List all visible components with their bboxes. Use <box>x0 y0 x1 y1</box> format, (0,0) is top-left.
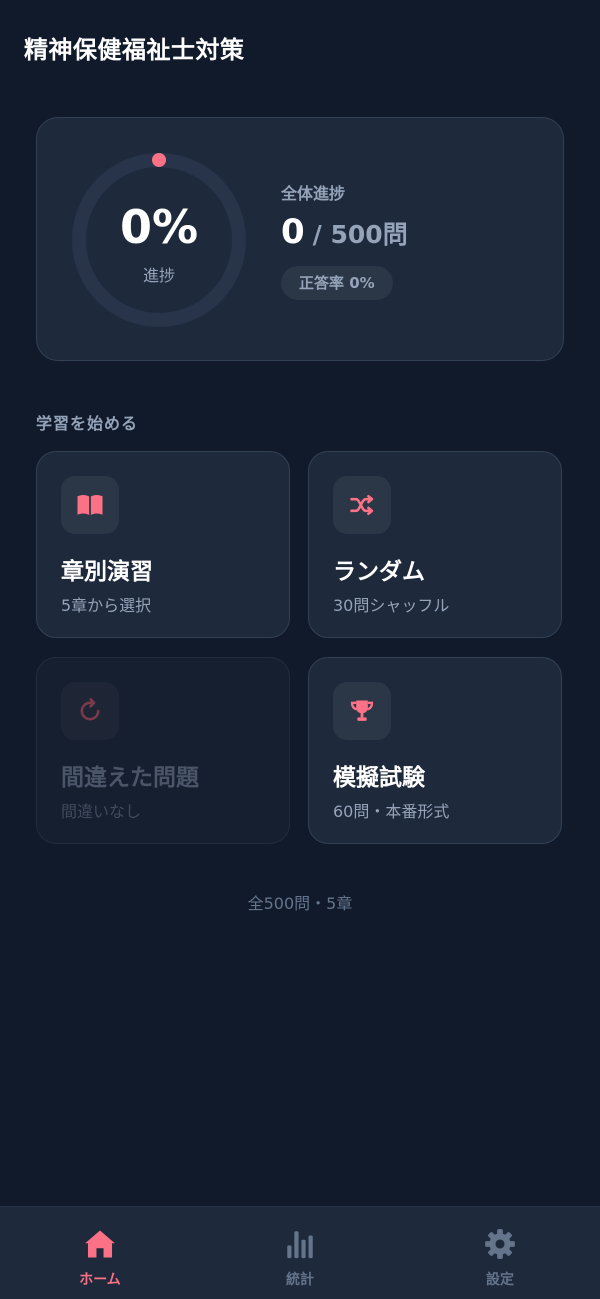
answered-count: 0 <box>281 212 305 252</box>
accuracy-badge: 正答率 0% <box>281 266 393 300</box>
wrong-answers-subtitle: 間違いなし <box>61 802 142 821</box>
mock-exam-subtitle: 60問・本番形式 <box>333 802 450 821</box>
section-title: 学習を始める <box>36 414 139 433</box>
mock-exam-card[interactable]: 模擬試験 60問・本番形式 <box>308 657 562 844</box>
random-card[interactable]: ランダム 30問シャッフル <box>308 451 562 638</box>
gear-icon <box>483 1227 517 1265</box>
progress-ring-label: 進捗 <box>142 266 175 285</box>
chapter-practice-subtitle: 5章から選択 <box>61 596 152 615</box>
trophy-icon <box>333 682 391 740</box>
nav-home[interactable]: ホーム <box>0 1207 200 1299</box>
random-title: ランダム <box>333 559 425 585</box>
wrong-answers-card[interactable]: 間違えた問題 間違いなし <box>36 657 290 844</box>
overall-progress-label: 全体進捗 <box>281 184 346 203</box>
retry-icon <box>61 682 119 740</box>
home-icon <box>83 1227 117 1265</box>
nav-settings-label: 設定 <box>486 1272 514 1288</box>
nav-stats-label: 統計 <box>286 1272 314 1288</box>
app-title: 精神保健福祉士対策 <box>24 36 245 64</box>
progress-percent: 0% <box>119 200 199 254</box>
book-icon <box>61 476 119 534</box>
nav-stats[interactable]: 統計 <box>200 1207 400 1299</box>
progress-card: 0% 進捗 全体進捗 0 / 500問 正答率 0% <box>36 117 564 361</box>
chapter-practice-title: 章別演習 <box>61 559 153 585</box>
mock-exam-title: 模擬試験 <box>333 765 425 791</box>
wrong-answers-title: 間違えた問題 <box>61 765 199 791</box>
nav-settings[interactable]: 設定 <box>400 1207 600 1299</box>
nav-home-label: ホーム <box>79 1272 121 1288</box>
shuffle-icon <box>333 476 391 534</box>
bottom-nav: ホーム 統計 設定 <box>0 1206 600 1299</box>
random-subtitle: 30問シャッフル <box>333 596 450 615</box>
progress-ring: 0% 進捗 <box>71 152 247 328</box>
chapter-practice-card[interactable]: 章別演習 5章から選択 <box>36 451 290 638</box>
overall-progress-count: 0 / 500問 <box>281 212 408 252</box>
total-count: / 500問 <box>312 220 408 249</box>
bar-chart-icon <box>283 1227 317 1265</box>
question-summary: 全500問・5章 <box>247 894 353 913</box>
